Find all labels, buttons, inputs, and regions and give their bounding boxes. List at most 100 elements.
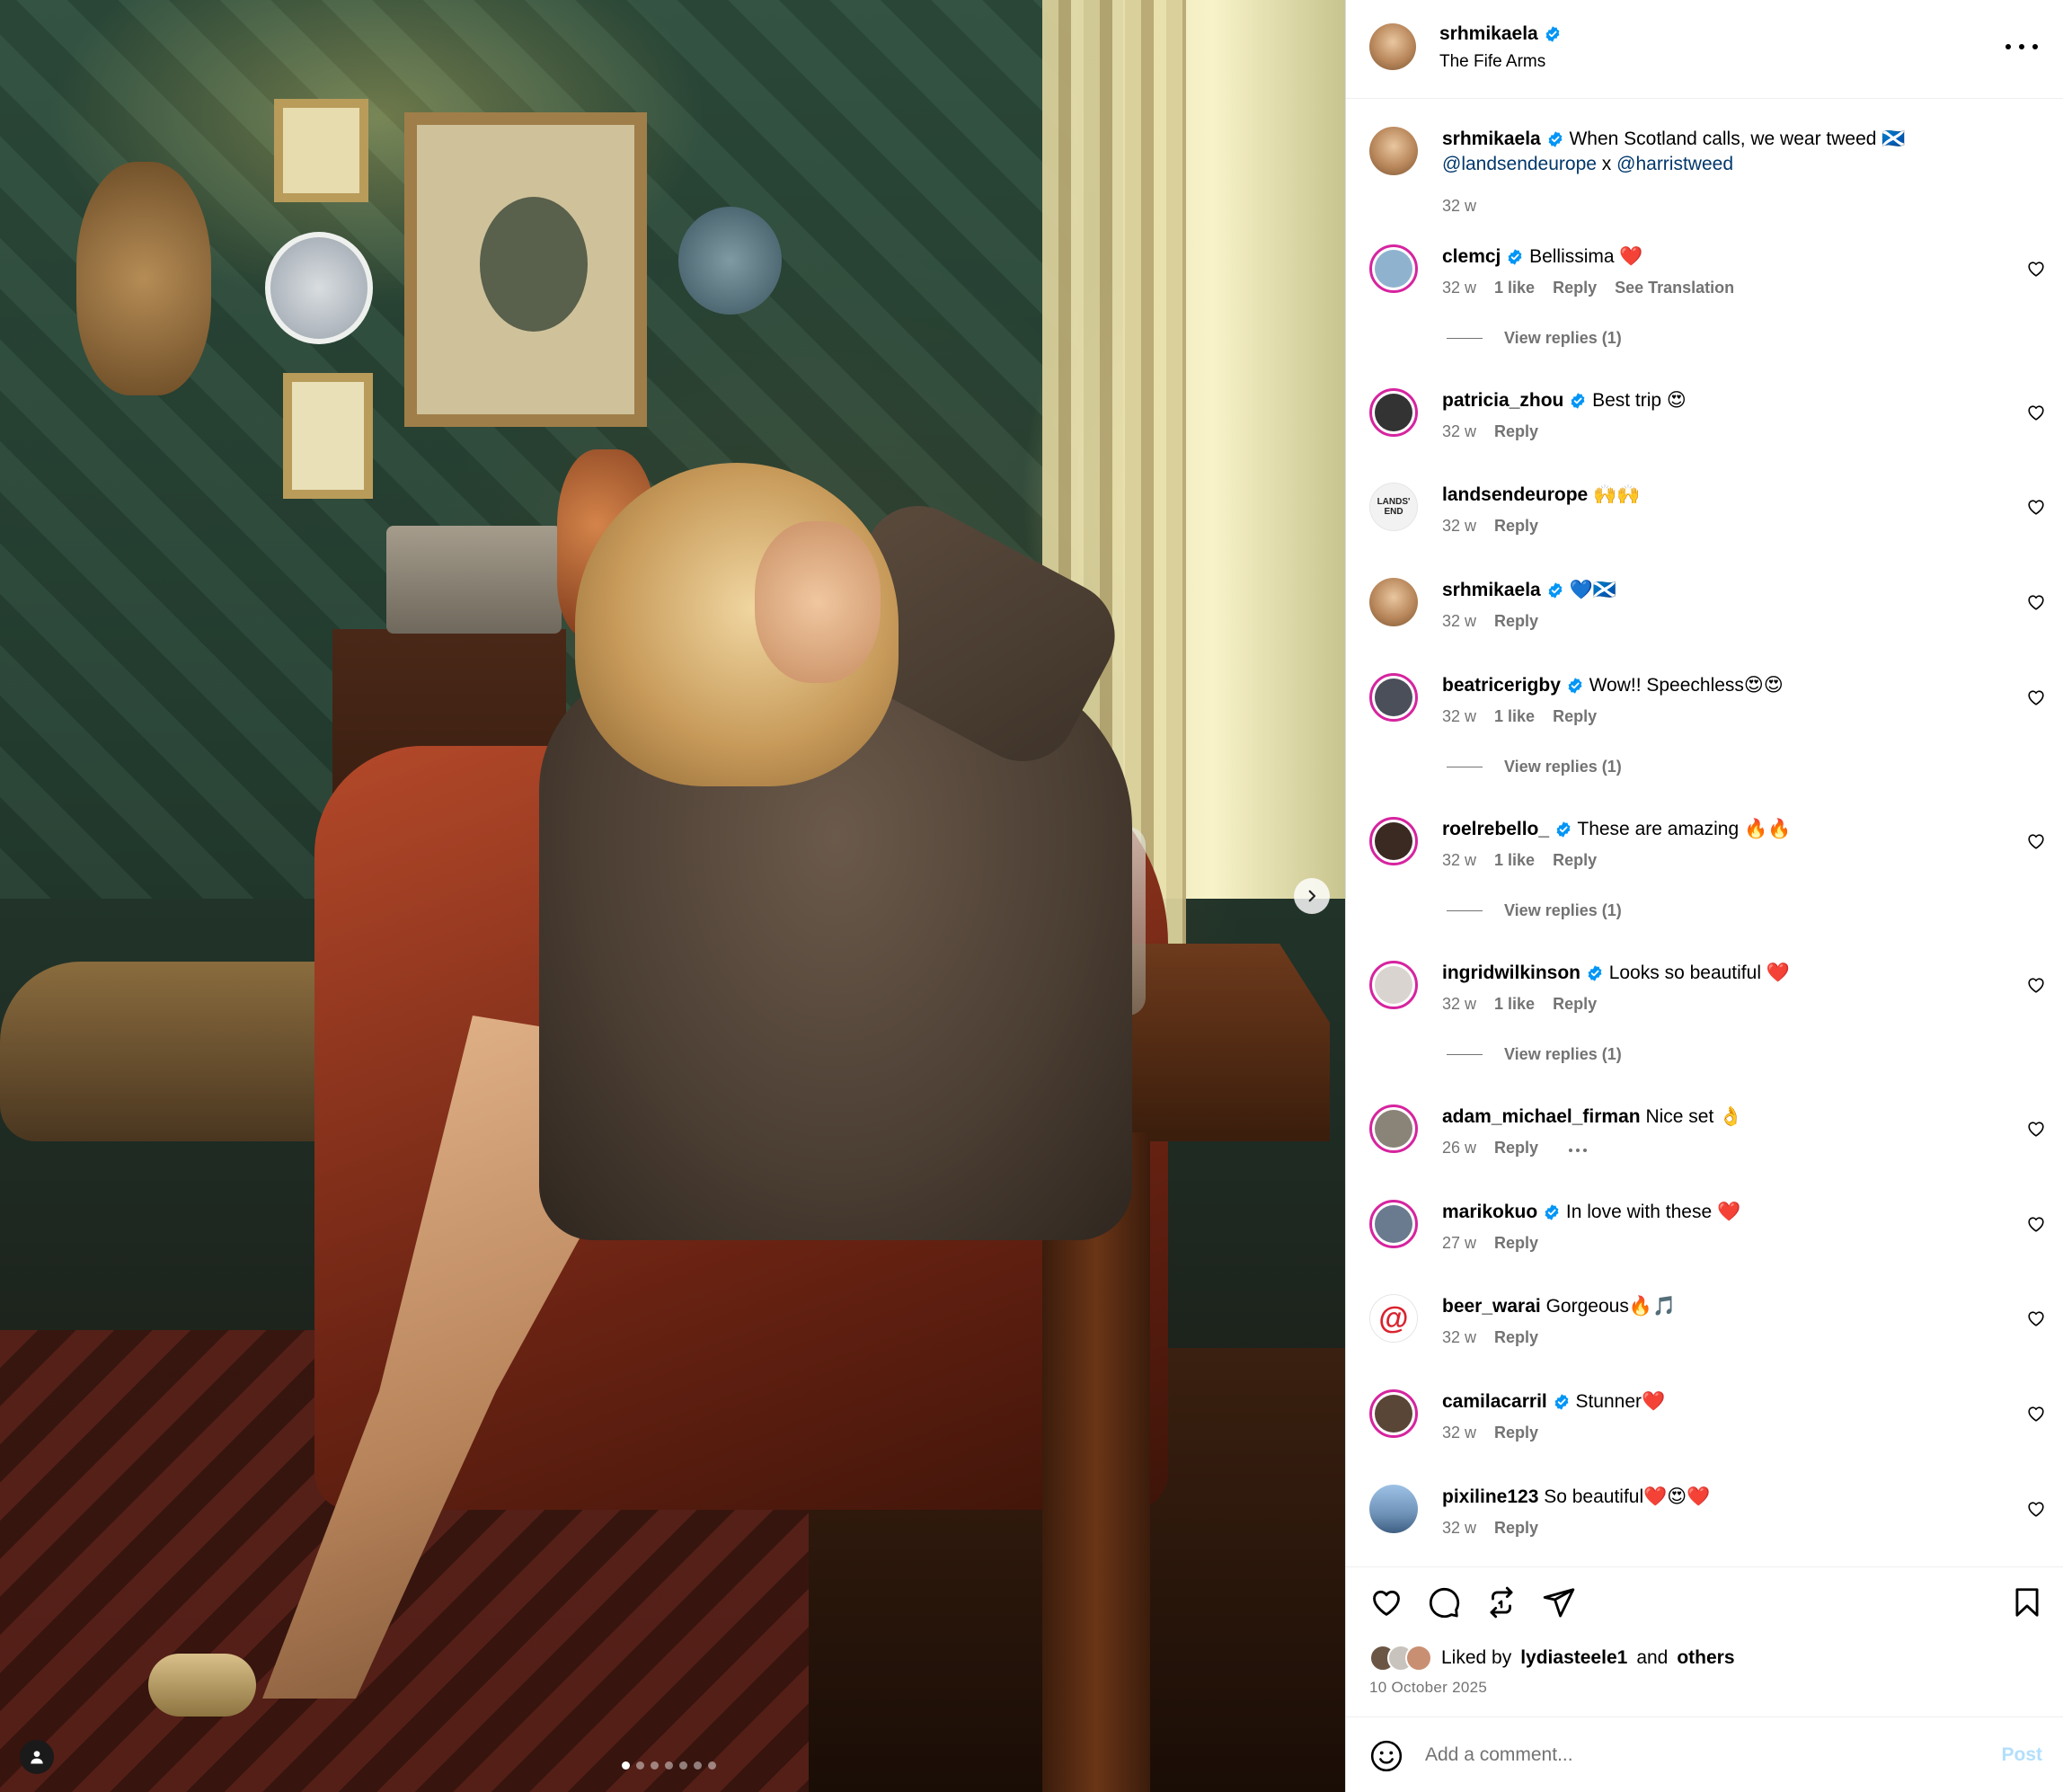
caption-body: When Scotland calls, we wear tweed 🏴󠁧󠁢󠁳󠁣… xyxy=(1569,129,1906,149)
liked-by-others[interactable]: others xyxy=(1677,1647,1734,1669)
comment-username[interactable]: pixiline123 xyxy=(1442,1486,1538,1507)
heart-icon[interactable] xyxy=(2026,1309,2046,1328)
heart-icon[interactable] xyxy=(2026,975,2046,995)
comment-meta: 27 w Reply xyxy=(1442,1234,1538,1253)
heart-icon[interactable] xyxy=(2026,259,2046,279)
avatar[interactable] xyxy=(1369,127,1418,175)
view-replies-button[interactable]: View replies (1) xyxy=(1447,901,1622,920)
heart-icon[interactable] xyxy=(2026,403,2046,422)
save-button[interactable] xyxy=(2010,1585,2044,1624)
more-icon[interactable] xyxy=(1569,1139,1588,1158)
comment-input[interactable] xyxy=(1425,1737,1928,1773)
avatar[interactable] xyxy=(1369,1389,1418,1438)
avatar[interactable] xyxy=(1369,244,1418,293)
comment-icon[interactable] xyxy=(1427,1585,1461,1619)
comment-username[interactable]: beer_warai xyxy=(1442,1296,1541,1317)
reply-button[interactable]: Reply xyxy=(1494,1234,1538,1253)
comment-meta: 32 w Reply xyxy=(1442,422,1538,441)
reply-button[interactable]: Reply xyxy=(1494,612,1538,631)
avatar[interactable]: @ xyxy=(1369,1294,1418,1343)
avatar[interactable] xyxy=(1369,23,1416,70)
heart-icon[interactable] xyxy=(2026,688,2046,707)
comment-username[interactable]: adam_michael_firman xyxy=(1442,1106,1641,1127)
mention-link[interactable]: @harristweed xyxy=(1616,154,1733,174)
heart-icon[interactable] xyxy=(2026,1499,2046,1519)
timestamp[interactable]: 32 w xyxy=(1442,851,1476,870)
timestamp[interactable]: 32 w xyxy=(1442,197,1476,216)
like-count[interactable]: 1 like xyxy=(1494,995,1535,1014)
caption-username[interactable]: srhmikaela xyxy=(1442,129,1541,149)
timestamp[interactable]: 32 w xyxy=(1442,1328,1476,1347)
comment-username[interactable]: clemcj xyxy=(1442,246,1501,267)
avatar[interactable] xyxy=(1369,817,1418,865)
post-comment-button[interactable]: Post xyxy=(2001,1744,2042,1766)
avatar[interactable] xyxy=(1369,1104,1418,1153)
comment-username[interactable]: beatricerigby xyxy=(1442,675,1561,696)
heart-icon[interactable] xyxy=(2026,1119,2046,1139)
reply-button[interactable]: Reply xyxy=(1494,1424,1538,1442)
see-translation-button[interactable]: See Translation xyxy=(1615,279,1734,297)
heart-icon[interactable] xyxy=(2026,1214,2046,1234)
liked-by-user[interactable]: lydiasteele1 xyxy=(1520,1647,1627,1669)
reply-button[interactable]: Reply xyxy=(1553,995,1597,1014)
timestamp[interactable]: 32 w xyxy=(1442,995,1476,1014)
like-count[interactable]: 1 like xyxy=(1494,851,1535,870)
avatar[interactable] xyxy=(1369,961,1418,1009)
small-frame xyxy=(283,373,373,499)
author-username[interactable]: srhmikaela xyxy=(1439,23,1538,45)
user-tags-button[interactable] xyxy=(20,1740,54,1774)
comment-username[interactable]: patricia_zhou xyxy=(1442,390,1563,411)
reply-button[interactable]: Reply xyxy=(1494,1519,1538,1538)
reply-button[interactable]: Reply xyxy=(1494,1139,1538,1158)
comments-list[interactable]: srhmikaela When Scotland calls, we wear … xyxy=(1346,100,2063,1566)
mention-link[interactable]: @landsendeurope xyxy=(1442,154,1597,174)
comment-username[interactable]: ingridwilkinson xyxy=(1442,963,1580,983)
view-replies-button[interactable]: View replies (1) xyxy=(1447,329,1622,348)
reply-button[interactable]: Reply xyxy=(1494,517,1538,536)
avatar[interactable] xyxy=(1369,1200,1418,1248)
like-count[interactable]: 1 like xyxy=(1494,279,1535,297)
post-location[interactable]: The Fife Arms xyxy=(1439,52,1545,72)
timestamp[interactable]: 32 w xyxy=(1442,1424,1476,1442)
heart-icon[interactable] xyxy=(2026,497,2046,517)
avatar[interactable] xyxy=(1369,578,1418,626)
heart-icon[interactable] xyxy=(2026,831,2046,851)
reply-button[interactable]: Reply xyxy=(1553,707,1597,726)
timestamp[interactable]: 32 w xyxy=(1442,612,1476,631)
timestamp[interactable]: 32 w xyxy=(1442,517,1476,536)
timestamp[interactable]: 32 w xyxy=(1442,279,1476,297)
heart-icon[interactable] xyxy=(2026,1404,2046,1424)
reply-button[interactable]: Reply xyxy=(1494,1328,1538,1347)
view-replies-button[interactable]: View replies (1) xyxy=(1447,758,1622,776)
post-date[interactable]: 10 October 2025 xyxy=(1369,1679,1487,1697)
repost-icon[interactable] xyxy=(1484,1585,1518,1619)
post-photo[interactable] xyxy=(0,0,1345,1792)
reply-button[interactable]: Reply xyxy=(1494,422,1538,441)
comment-username[interactable]: camilacarril xyxy=(1442,1391,1547,1412)
comment-username[interactable]: roelrebello_ xyxy=(1442,819,1549,839)
avatar[interactable] xyxy=(1369,388,1418,437)
more-options-button[interactable] xyxy=(2005,36,2038,58)
like-count[interactable]: 1 like xyxy=(1494,707,1535,726)
timestamp[interactable]: 26 w xyxy=(1442,1139,1476,1158)
comment-username[interactable]: srhmikaela xyxy=(1442,580,1541,600)
timestamp[interactable]: 32 w xyxy=(1442,1519,1476,1538)
avatar[interactable] xyxy=(1369,1485,1418,1533)
liked-by[interactable]: Liked by lydiasteele1 and others xyxy=(1369,1645,1735,1672)
comment-text: beer_warai Gorgeous🔥🎵 xyxy=(1442,1294,1981,1319)
share-icon[interactable] xyxy=(1542,1585,1576,1619)
reply-button[interactable]: Reply xyxy=(1553,851,1597,870)
timestamp[interactable]: 32 w xyxy=(1442,707,1476,726)
view-replies-button[interactable]: View replies (1) xyxy=(1447,1045,1622,1064)
reply-button[interactable]: Reply xyxy=(1553,279,1597,297)
emoji-icon[interactable] xyxy=(1369,1739,1403,1773)
comment-username[interactable]: marikokuo xyxy=(1442,1202,1537,1222)
carousel-next-button[interactable] xyxy=(1294,878,1330,914)
heart-icon[interactable] xyxy=(1369,1585,1403,1619)
avatar[interactable] xyxy=(1369,673,1418,722)
comment-username[interactable]: landsendeurope xyxy=(1442,484,1588,505)
avatar[interactable]: LANDS' END xyxy=(1369,483,1418,531)
timestamp[interactable]: 27 w xyxy=(1442,1234,1476,1253)
timestamp[interactable]: 32 w xyxy=(1442,422,1476,441)
heart-icon[interactable] xyxy=(2026,592,2046,612)
